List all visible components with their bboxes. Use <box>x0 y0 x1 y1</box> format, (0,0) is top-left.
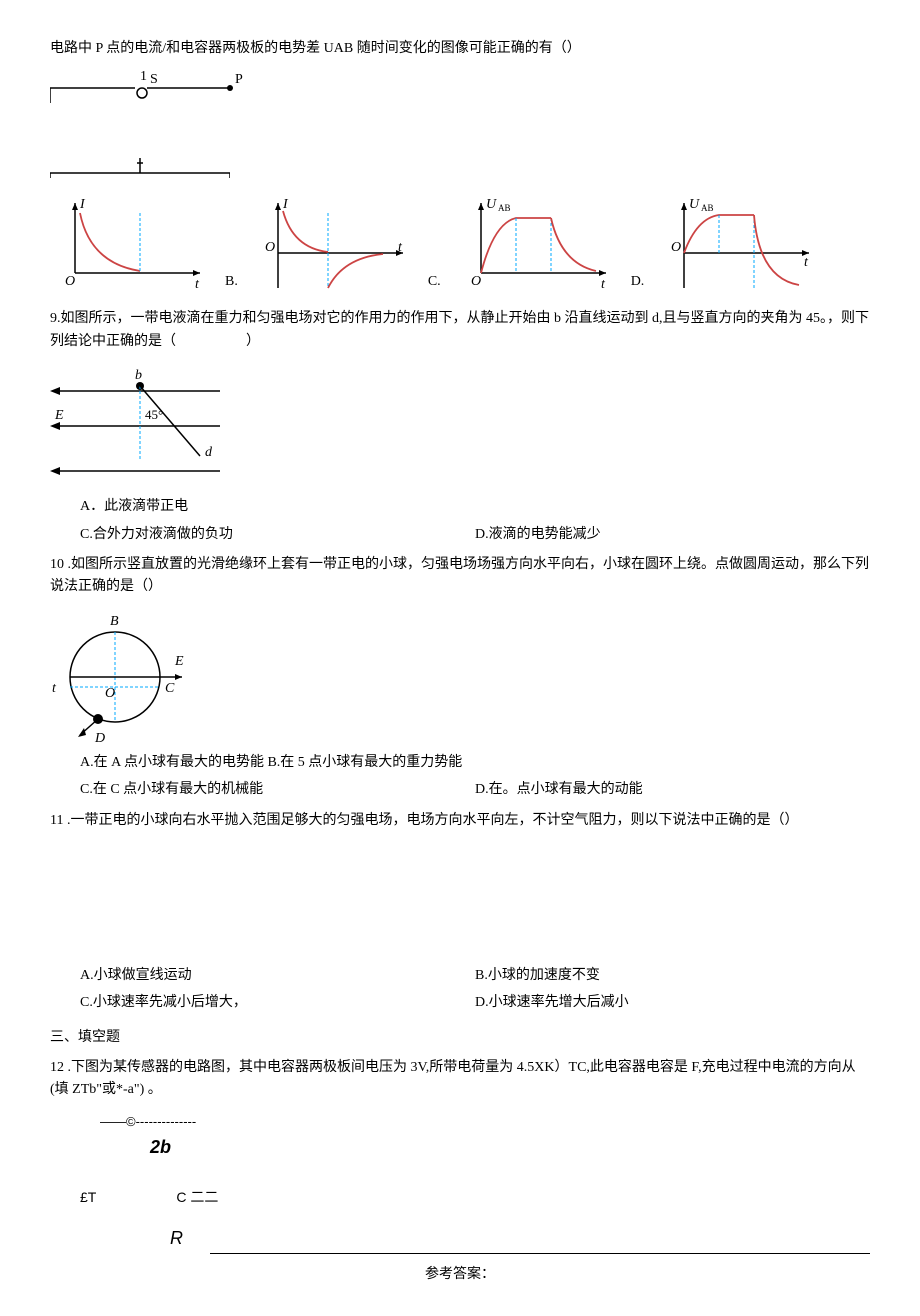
svg-text:U: U <box>689 197 700 212</box>
point-p-icon <box>227 85 233 91</box>
q12-label-et: £T <box>80 1186 96 1208</box>
svg-text:t: t <box>601 277 606 292</box>
circuit-label-1: 1 <box>140 69 147 84</box>
q10-diagram: B E C O t D <box>50 607 870 747</box>
svg-text:O: O <box>65 274 75 289</box>
q8-label-d: D. <box>631 271 645 293</box>
svg-text:U: U <box>486 197 497 212</box>
svg-text:E: E <box>54 408 64 423</box>
q8-graph-c: U AB O t <box>456 193 616 293</box>
q12-label-r: R <box>170 1224 870 1253</box>
svg-text:C: C <box>165 681 175 696</box>
q8-graphs-row: I O t B. I O t C. U AB O t D. <box>50 193 870 293</box>
svg-text:D: D <box>94 731 105 746</box>
q12-bottom-line <box>210 1253 870 1254</box>
q11-opt-b: B.小球的加速度不变 <box>475 965 870 987</box>
q9-opt-d: D.液滴的电势能减少 <box>475 524 870 546</box>
svg-text:t: t <box>195 277 200 292</box>
svg-text:45°: 45° <box>145 407 163 422</box>
svg-text:d: d <box>205 445 213 460</box>
svg-text:I: I <box>282 197 289 212</box>
q11-text: 11 .一带正电的小球向右水平抛入范围足够大的匀强电场，电场方向水平向左，不计空… <box>50 810 870 832</box>
q12-circuit-diagram: ——©-------------- 2b £T C 二二 R <box>80 1112 870 1254</box>
svg-text:AB: AB <box>498 203 511 213</box>
svg-text:t: t <box>804 255 809 270</box>
q8-label-c: C. <box>428 271 441 293</box>
circuit-label-p: P <box>235 72 243 87</box>
q9-opt-a: A．此液滴带正电 <box>80 496 870 518</box>
q10-opt-c: C.在 C 点小球有最大的机械能 <box>80 779 475 801</box>
q10-text: 10 .如图所示竖直放置的光滑绝缘环上套有一带正电的小球，匀强电场场强方向水平向… <box>50 554 870 599</box>
q8-text: 电路中 P 点的电流/和电容器两极板的电势差 UAB 随时间变化的图像可能正确的… <box>50 38 870 60</box>
circuit-label-s: S <box>150 72 158 87</box>
q9-diagram: b E 45° d <box>50 361 870 491</box>
svg-text:I: I <box>79 197 86 212</box>
q12-dashed-line: ——©-------------- <box>100 1112 870 1133</box>
q8-graph-d: U AB O t <box>659 193 819 293</box>
svg-text:E: E <box>174 654 184 669</box>
q8-graph-a: I O t <box>50 193 210 293</box>
q10-opt-d: D.在。点小球有最大的动能 <box>475 779 870 801</box>
answer-key-title: 参考答案： <box>50 1264 870 1286</box>
q11-opt-c: C.小球速率先减小后增大， <box>80 992 475 1014</box>
q11-opt-a: A.小球做宣线运动 <box>80 965 475 987</box>
svg-text:b: b <box>135 368 142 383</box>
section-3-title: 三、填空题 <box>50 1027 870 1049</box>
q8-graph-b: I O t <box>253 193 413 293</box>
svg-text:AB: AB <box>701 203 714 213</box>
q8-label-b: B. <box>225 271 238 293</box>
svg-text:t: t <box>52 681 57 696</box>
svg-text:O: O <box>471 274 481 289</box>
q12-label-c: C 二二 <box>176 1186 218 1208</box>
q9-text: 9.如图所示，一带电液滴在重力和匀强电场对它的作用力的作用下，从静止开始由 b … <box>50 308 870 353</box>
svg-text:O: O <box>265 240 275 255</box>
svg-text:B: B <box>110 614 119 629</box>
q10-opt-ab: A.在 A 点小球有最大的电势能 B.在 5 点小球有最大的重力势能 <box>80 752 870 774</box>
q9-opt-c: C.合外力对液滴做的负功 <box>80 524 475 546</box>
q8-table-bracket <box>50 158 870 178</box>
q8-circuit-diagram: 1 S P <box>50 68 870 128</box>
svg-text:O: O <box>105 686 115 701</box>
q11-opt-d: D.小球速率先增大后减小 <box>475 992 870 1014</box>
q12-label-2b: 2b <box>150 1133 870 1162</box>
q12-text: 12 .下图为某传感器的电路图，其中电容器两极板间电压为 3V,所带电荷量为 4… <box>50 1057 870 1102</box>
svg-text:O: O <box>671 240 681 255</box>
switch-s-icon <box>137 88 147 98</box>
